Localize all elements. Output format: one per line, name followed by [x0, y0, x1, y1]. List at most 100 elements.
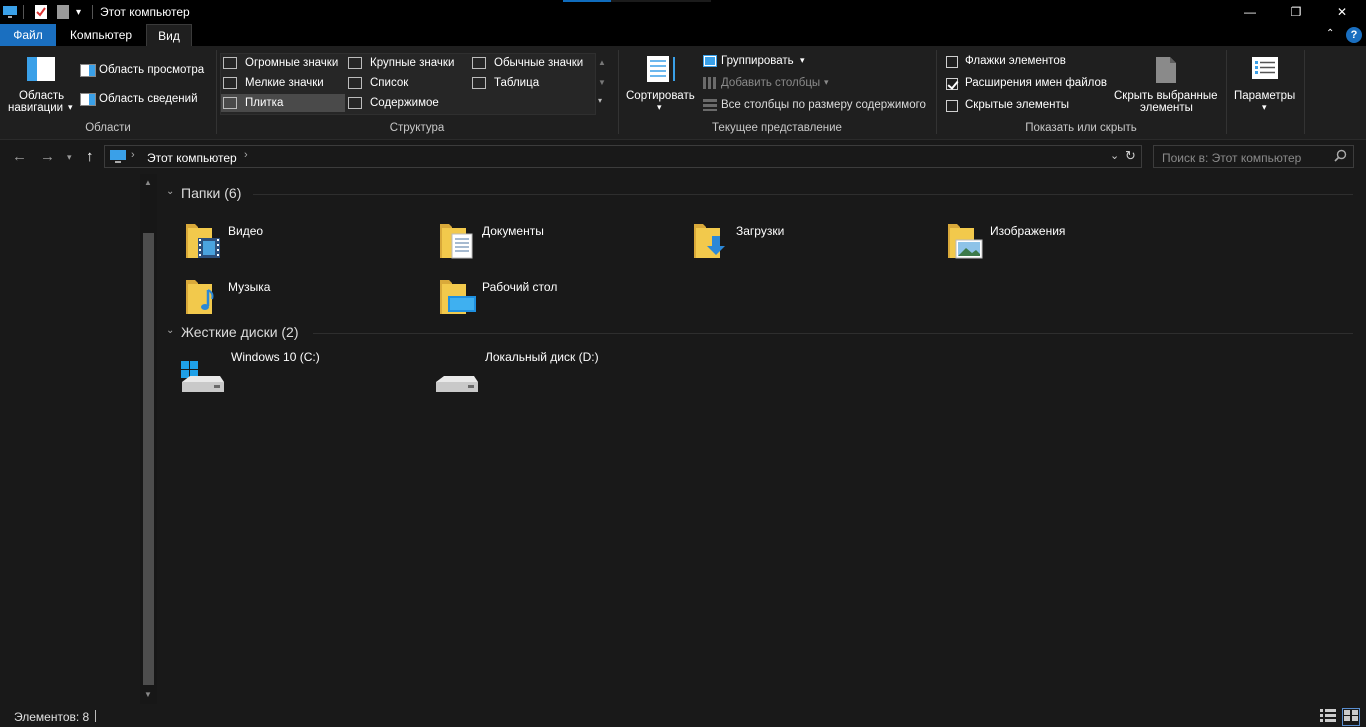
medium-icons-icon: [472, 57, 486, 69]
folder-name: Изображения: [990, 224, 1066, 238]
details-view-icon[interactable]: [1320, 709, 1336, 725]
video-folder-icon: [182, 220, 222, 263]
layout-tiles[interactable]: Плитка: [221, 94, 345, 112]
navigation-pane[interactable]: [0, 174, 158, 704]
navigation-pane-label-1[interactable]: Область: [19, 90, 64, 102]
recent-locations-icon[interactable]: ▾: [67, 152, 72, 163]
title-accent-bar: [563, 0, 611, 2]
address-dropdown-icon[interactable]: ⌄: [1110, 149, 1119, 162]
folder-name: Документы: [482, 224, 544, 238]
hide-selected-label-1[interactable]: Скрыть выбранные: [1114, 90, 1218, 102]
layout-small-icons[interactable]: Мелкие значки: [223, 74, 324, 92]
sort-chevron-icon[interactable]: ▾: [657, 102, 662, 113]
drive-item-d[interactable]: Локальный диск (D:): [434, 350, 684, 402]
collapse-ribbon-icon[interactable]: ⌃: [1326, 28, 1334, 39]
options-icon[interactable]: [1251, 56, 1279, 83]
folder-item-music[interactable]: Музыка: [182, 276, 432, 326]
preview-pane-button[interactable]: Область просмотра: [99, 64, 204, 76]
search-input[interactable]: Поиск в: Этот компьютер: [1162, 151, 1301, 165]
folders-group-header[interactable]: Папки (6): [181, 185, 241, 201]
navigation-pane-label-2[interactable]: навигации: [8, 102, 63, 114]
details-pane-icon[interactable]: [80, 93, 96, 109]
content-icon: [348, 97, 362, 109]
maximize-button[interactable]: ❐: [1273, 0, 1319, 24]
gallery-up-icon[interactable]: ▲: [598, 58, 606, 67]
hide-selected-icon[interactable]: [1154, 55, 1178, 88]
layout-huge-icons[interactable]: Огромные значки: [223, 54, 338, 72]
sort-icon[interactable]: [645, 54, 679, 87]
collapse-folders-icon[interactable]: ⌄: [166, 186, 174, 197]
group-label-areas: Области: [85, 122, 131, 134]
scroll-down-icon[interactable]: ▼: [144, 690, 152, 699]
properties-icon[interactable]: [34, 3, 48, 21]
help-icon[interactable]: ?: [1346, 27, 1362, 43]
group-by-icon[interactable]: [703, 55, 717, 70]
gallery-down-icon[interactable]: ▼: [598, 78, 606, 87]
local-drive-icon: [434, 360, 478, 397]
minimize-button[interactable]: —: [1227, 0, 1273, 24]
customize-toolbar-icon[interactable]: ▾: [76, 3, 81, 21]
computer-icon[interactable]: [2, 3, 18, 21]
item-checkboxes-checkbox[interactable]: [946, 56, 958, 68]
content-area: ⌄ Папки (6) Видео Документы Загрузки Изо…: [158, 174, 1366, 704]
details-pane-button[interactable]: Область сведений: [99, 93, 198, 105]
tab-view[interactable]: Вид: [146, 24, 192, 47]
folders-group-divider: [253, 194, 1353, 195]
forward-arrow-icon[interactable]: →: [40, 148, 55, 165]
new-folder-icon[interactable]: [56, 3, 70, 21]
search-box[interactable]: Поиск в: Этот компьютер: [1153, 145, 1354, 168]
folder-item-documents[interactable]: Документы: [436, 220, 686, 270]
breadcrumb-this-pc[interactable]: Этот компьютер: [147, 151, 237, 165]
file-extensions-checkbox[interactable]: [946, 78, 958, 90]
back-arrow-icon[interactable]: ←: [12, 148, 27, 165]
breadcrumb-chevron-icon[interactable]: ›: [244, 149, 248, 161]
drives-group-header[interactable]: Жесткие диски (2): [181, 324, 299, 340]
fit-columns-button[interactable]: Все столбцы по размеру содержимого: [721, 99, 926, 111]
folder-item-pictures[interactable]: Изображения: [944, 220, 1194, 270]
navigation-pane-icon[interactable]: [26, 56, 56, 85]
hidden-items-label[interactable]: Скрытые элементы: [965, 99, 1069, 111]
tab-file[interactable]: Файл: [0, 24, 56, 46]
table-icon: [472, 77, 486, 89]
pictures-folder-icon: [944, 220, 984, 263]
layout-medium-icons[interactable]: Обычные значки: [472, 54, 583, 72]
preview-pane-icon[interactable]: [80, 64, 96, 80]
hide-selected-label-2[interactable]: элементы: [1140, 102, 1193, 114]
refresh-icon[interactable]: ↻: [1125, 148, 1136, 164]
scrollbar-thumb[interactable]: [143, 233, 154, 685]
item-checkboxes-label[interactable]: Флажки элементов: [965, 55, 1066, 67]
folder-item-desktop[interactable]: Рабочий стол: [436, 276, 686, 326]
scroll-up-icon[interactable]: ▲: [144, 178, 152, 187]
sort-button[interactable]: Сортировать: [626, 90, 695, 102]
layout-list[interactable]: Список: [348, 74, 408, 92]
add-columns-chevron-icon[interactable]: ▾: [824, 77, 829, 88]
options-button[interactable]: Параметры: [1234, 90, 1295, 102]
group-by-chevron-icon[interactable]: ▾: [800, 55, 805, 66]
gallery-expand-icon[interactable]: ▾: [598, 96, 602, 105]
layout-table[interactable]: Таблица: [472, 74, 539, 92]
search-icon[interactable]: [1334, 149, 1347, 165]
file-extensions-label[interactable]: Расширения имен файлов: [965, 77, 1107, 89]
computer-icon: [109, 149, 127, 167]
hidden-items-checkbox[interactable]: [946, 100, 958, 112]
tab-computer[interactable]: Компьютер: [58, 24, 144, 46]
group-by-button[interactable]: Группировать: [721, 55, 794, 67]
options-chevron-icon[interactable]: ▾: [1262, 102, 1267, 113]
chevron-down-icon[interactable]: ▾: [68, 102, 73, 113]
up-arrow-icon[interactable]: ↑: [86, 148, 94, 165]
ribbon: Область навигации ▾ Область просмотра Об…: [0, 46, 1366, 140]
add-columns-button[interactable]: Добавить столбцы: [721, 77, 820, 89]
folder-item-video[interactable]: Видео: [182, 220, 432, 270]
layout-content[interactable]: Содержимое: [348, 94, 439, 112]
breadcrumb-separator-icon[interactable]: ›: [131, 149, 135, 161]
folder-item-downloads[interactable]: Загрузки: [690, 220, 940, 270]
downloads-folder-icon: [690, 220, 730, 263]
tiles-view-icon[interactable]: [1342, 708, 1360, 726]
toolbar-divider: [23, 5, 24, 19]
drive-item-c[interactable]: Windows 10 (C:): [180, 350, 430, 402]
layout-large-icons[interactable]: Крупные значки: [348, 54, 454, 72]
close-button[interactable]: ✕: [1319, 0, 1365, 24]
collapse-drives-icon[interactable]: ⌄: [166, 325, 174, 336]
address-bar[interactable]: › Этот компьютер › ⌄ ↻: [104, 145, 1142, 168]
list-icon: [348, 77, 362, 89]
